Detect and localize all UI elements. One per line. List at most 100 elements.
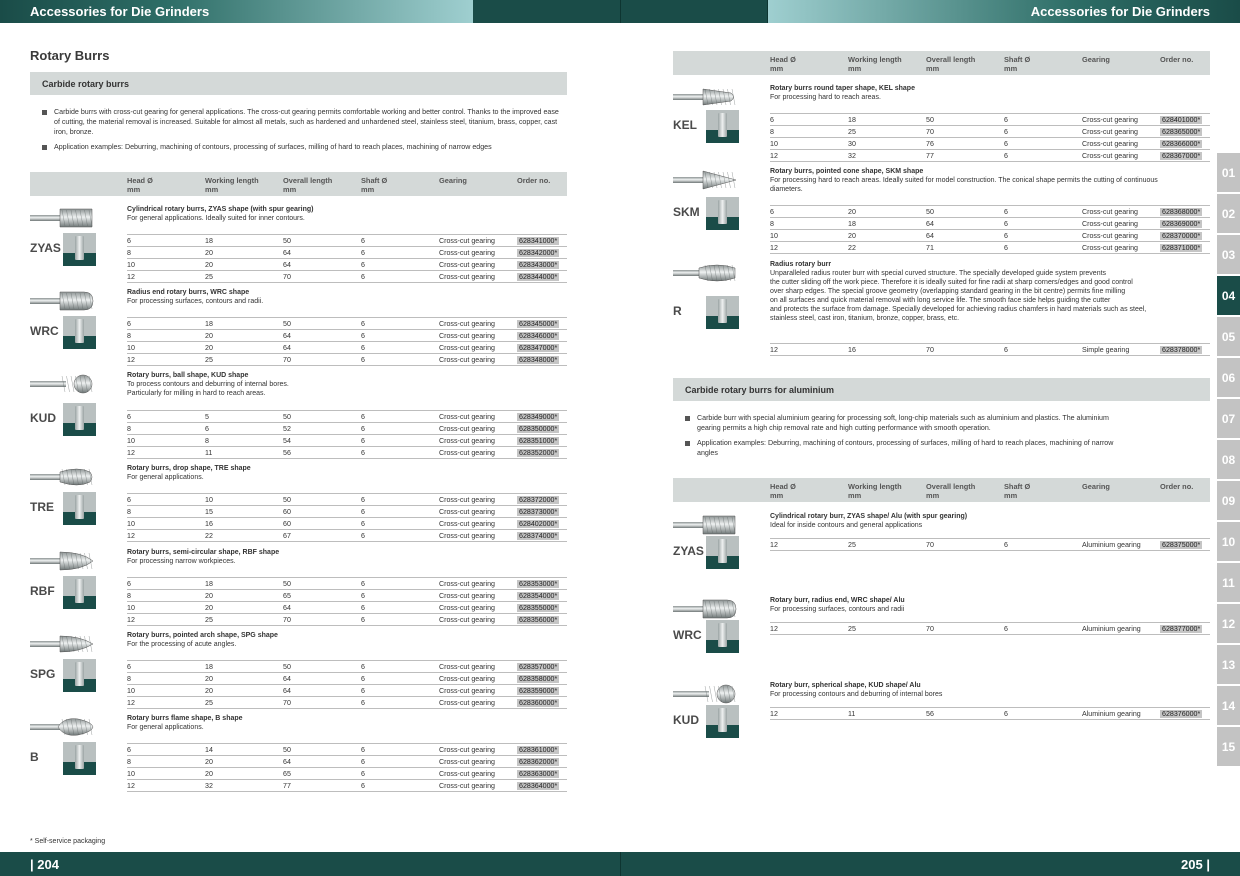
column-header-head-diameter: Head Ømm xyxy=(127,176,153,194)
cell-shaft-diameter: 6 xyxy=(361,261,365,269)
product-description: Rotary burrs, pointed arch shape, SPG sh… xyxy=(127,631,564,649)
product-name: Radius end rotary burrs, WRC shape xyxy=(127,289,250,296)
burr-in-use xyxy=(75,495,84,519)
cell-head-diameter: 10 xyxy=(770,232,778,240)
cell-shaft-diameter: 6 xyxy=(361,508,365,516)
skm-application-photo xyxy=(706,197,739,230)
cell-order-number: 628348000* xyxy=(517,355,560,364)
product-desc-line: over sharp edges. The special groove geo… xyxy=(770,288,1126,295)
cell-gearing: Cross-cut gearing xyxy=(439,425,495,433)
cell-shaft-diameter: 6 xyxy=(361,580,365,588)
cell-overall-length: 64 xyxy=(926,220,934,228)
cell-shaft-diameter: 6 xyxy=(361,616,365,624)
cell-working-length: 20 xyxy=(205,332,213,340)
cell-gearing: Cross-cut gearing xyxy=(439,496,495,504)
chapter-tab-09[interactable]: 09 xyxy=(1217,481,1240,520)
chapter-tab-07[interactable]: 07 xyxy=(1217,399,1240,438)
cell-order-number: 628402000* xyxy=(517,519,560,528)
cell-head-diameter: 12 xyxy=(127,273,135,281)
cell-head-diameter: 10 xyxy=(127,770,135,778)
cell-head-diameter: 6 xyxy=(127,496,131,504)
product-name: Cylindrical rotary burrs, ZYAS shape (wi… xyxy=(127,206,314,213)
cell-shaft-diameter: 6 xyxy=(361,356,365,364)
cell-order-number: 628370000* xyxy=(1160,231,1203,240)
column-header-order-number: Order no. xyxy=(517,176,551,185)
cell-overall-length: 50 xyxy=(926,116,934,124)
chapter-tab-11[interactable]: 11 xyxy=(1217,563,1240,602)
row-divider xyxy=(127,365,567,366)
header-left: Accessories for Die Grinders xyxy=(0,0,473,23)
bullet-item: Carbide burrs with cross-cut gearing for… xyxy=(42,107,564,137)
cell-overall-length: 54 xyxy=(283,437,291,445)
chapter-tab-15[interactable]: 15 xyxy=(1217,727,1240,766)
cell-overall-length: 50 xyxy=(283,580,291,588)
cell-overall-length: 76 xyxy=(926,140,934,148)
cell-shaft-diameter: 6 xyxy=(361,437,365,445)
cell-gearing: Cross-cut gearing xyxy=(439,344,495,352)
cell-shaft-diameter: 6 xyxy=(361,770,365,778)
cell-working-length: 20 xyxy=(205,675,213,683)
table-row: 12 25 70 6 Cross-cut gearing 628348000* xyxy=(127,353,567,365)
footer-bar: | 204 205 | xyxy=(0,852,1240,876)
cell-order-number: 628353000* xyxy=(517,579,560,588)
chapter-tab-01[interactable]: 01 xyxy=(1217,153,1240,192)
product-name: Rotary burr, radius end, WRC shape/ Alu xyxy=(770,597,905,604)
product-code-kel: KEL xyxy=(673,118,697,132)
cell-working-length: 20 xyxy=(205,249,213,257)
cell-order-number: 628369000* xyxy=(1160,219,1203,228)
chapter-tab-08[interactable]: 08 xyxy=(1217,440,1240,479)
product-name: Rotary burrs, pointed cone shape, SKM sh… xyxy=(770,168,924,175)
spg-burr-image xyxy=(30,631,94,657)
table-header: Head Ømm Working length mm Overall length mm… xyxy=(673,478,1210,502)
chapter-tab-04[interactable]: 04 xyxy=(1217,276,1240,315)
cell-gearing: Cross-cut gearing xyxy=(439,770,495,778)
zyas-application-photo xyxy=(63,233,96,266)
cell-overall-length: 64 xyxy=(283,675,291,683)
row-divider xyxy=(770,161,1210,162)
product-description: Radius end rotary burrs, WRC shape For pr… xyxy=(127,288,564,306)
wrc-burr-image xyxy=(30,288,94,314)
cell-working-length: 5 xyxy=(205,413,209,421)
chapter-tab-03[interactable]: 03 xyxy=(1217,235,1240,274)
cell-overall-length: 65 xyxy=(283,592,291,600)
cell-working-length: 18 xyxy=(205,663,213,671)
table-header: Head Ømm Working length mm Overall length mm… xyxy=(30,172,567,196)
chapter-tab-13[interactable]: 13 xyxy=(1217,645,1240,684)
cell-head-diameter: 8 xyxy=(127,675,131,683)
burr-in-use xyxy=(75,406,84,430)
cell-shaft-diameter: 6 xyxy=(1004,625,1008,633)
product-name: Rotary burr, spherical shape, KUD shape/… xyxy=(770,682,921,689)
cell-gearing: Cross-cut gearing xyxy=(1082,220,1138,228)
wrc-burr-image xyxy=(673,596,737,622)
cell-shaft-diameter: 6 xyxy=(361,663,365,671)
chapter-tab-14[interactable]: 14 xyxy=(1217,686,1240,725)
product-desc-line: For general applications. Ideally suited… xyxy=(127,215,305,222)
column-header-working-length: Working length mm xyxy=(848,482,902,500)
product-description: Rotary burrs, drop shape, TRE shape For g… xyxy=(127,464,564,482)
cell-head-diameter: 8 xyxy=(127,508,131,516)
chapter-tab-10[interactable]: 10 xyxy=(1217,522,1240,561)
cell-order-number: 628350000* xyxy=(517,424,560,433)
cell-head-diameter: 12 xyxy=(770,710,778,718)
cell-order-number: 628366000* xyxy=(1160,139,1203,148)
chapter-tab-12[interactable]: 12 xyxy=(1217,604,1240,643)
cell-order-number: 628378000* xyxy=(1160,345,1203,354)
cell-overall-length: 50 xyxy=(283,746,291,754)
cell-gearing: Cross-cut gearing xyxy=(439,320,495,328)
cell-head-diameter: 10 xyxy=(127,604,135,612)
b-burr-image xyxy=(30,714,94,740)
cell-overall-length: 60 xyxy=(283,508,291,516)
column-header-head-diameter: Head Ømm xyxy=(770,482,796,500)
product-desc-line: diameters. xyxy=(770,186,803,193)
table-row: 8 6 52 6 Cross-cut gearing 628350000* xyxy=(127,422,567,434)
cell-gearing: Cross-cut gearing xyxy=(439,237,495,245)
table-row: 12 25 70 6 Aluminium gearing 628377000* xyxy=(770,622,1210,634)
chapter-tab-02[interactable]: 02 xyxy=(1217,194,1240,233)
row-divider xyxy=(127,541,567,542)
chapter-tab-05[interactable]: 05 xyxy=(1217,317,1240,356)
chapter-tab-06[interactable]: 06 xyxy=(1217,358,1240,397)
cell-overall-length: 70 xyxy=(283,356,291,364)
cell-head-diameter: 6 xyxy=(770,116,774,124)
cell-order-number: 628360000* xyxy=(517,698,560,707)
cell-working-length: 20 xyxy=(205,592,213,600)
